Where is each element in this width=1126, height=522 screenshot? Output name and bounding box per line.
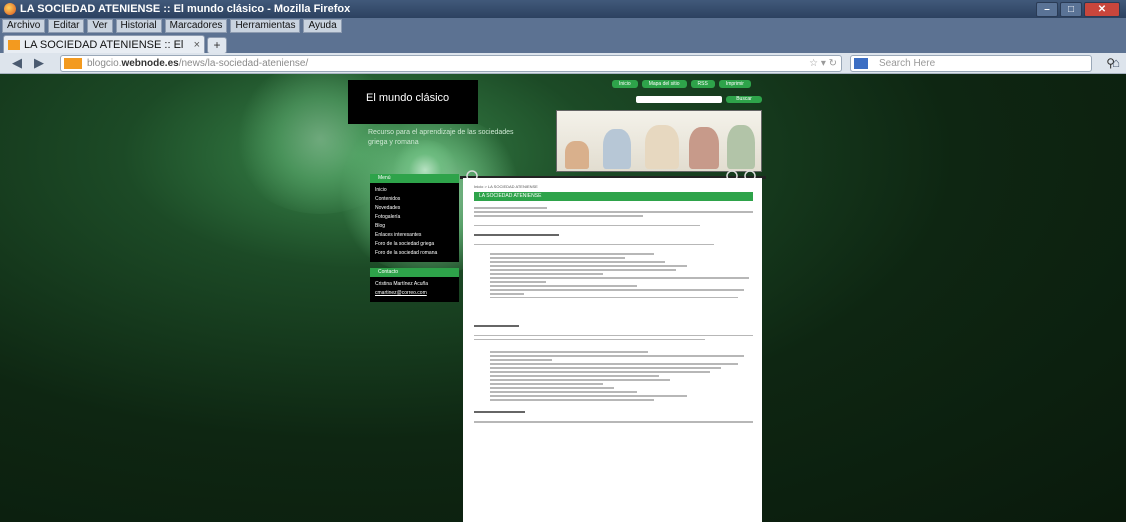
window-title: LA SOCIEDAD ATENIENSE :: El mundo clásic… bbox=[20, 3, 351, 15]
nav-rss[interactable]: RSS bbox=[690, 80, 715, 88]
menu-editar[interactable]: Editar bbox=[48, 19, 85, 33]
favicon-icon bbox=[8, 40, 20, 50]
site-search-button[interactable]: Buscar bbox=[726, 96, 762, 103]
site-search-input[interactable] bbox=[636, 96, 722, 103]
site-top-nav: Inicio Mapa del sitio RSS Imprimir bbox=[612, 80, 751, 88]
sidebar-menu-title: Menú bbox=[370, 174, 459, 183]
nav-inicio[interactable]: Inicio bbox=[612, 80, 638, 88]
url-bar[interactable]: blogcio.webnode.es/news/la-sociedad-aten… bbox=[60, 55, 842, 72]
site-identity-icon bbox=[64, 58, 82, 69]
sidebar-item-foro-romana[interactable]: Foro de la sociedad romana bbox=[375, 249, 454, 258]
forward-icon[interactable]: ▶ bbox=[30, 55, 48, 71]
menu-archivo[interactable]: Archivo bbox=[2, 19, 46, 33]
page-title: LA SOCIEDAD ATENIENSE bbox=[474, 192, 753, 201]
maximize-icon[interactable]: □ bbox=[1060, 2, 1082, 17]
nav-imprimir[interactable]: Imprimir bbox=[718, 80, 751, 88]
menu-marcadores[interactable]: Marcadores bbox=[164, 19, 228, 33]
sidebar-item-blog[interactable]: Blog bbox=[375, 222, 454, 231]
menu-herramientas[interactable]: Herramientas bbox=[230, 19, 301, 33]
sidebar: Menú Inicio Contenidos Novedades Fotogal… bbox=[370, 174, 459, 302]
sidebar-item-contenidos[interactable]: Contenidos bbox=[375, 195, 454, 204]
sidebar-item-foro-griega[interactable]: Foro de la sociedad griega bbox=[375, 240, 454, 249]
sidebar-item-fotogaleria[interactable]: Fotogalería bbox=[375, 213, 454, 222]
site-title: El mundo clásico bbox=[366, 92, 450, 104]
firefox-icon bbox=[4, 3, 16, 15]
close-icon[interactable]: ✕ bbox=[1084, 2, 1120, 17]
banner-figure bbox=[727, 125, 755, 169]
window-title-bar: LA SOCIEDAD ATENIENSE :: El mundo clásic… bbox=[0, 0, 1126, 18]
contact-name: Cristina Martínez Acuña bbox=[375, 281, 429, 287]
sidebar-menu: Inicio Contenidos Novedades Fotogalería … bbox=[370, 183, 459, 262]
article-body-text bbox=[474, 205, 756, 425]
banner-figure bbox=[645, 125, 679, 169]
main-content: Inicio > LA SOCIEDAD ATENIENSE LA SOCIED… bbox=[463, 178, 762, 522]
navigation-bar: ◀ ▶ blogcio.webnode.es/news/la-sociedad-… bbox=[0, 53, 1126, 74]
banner-figure bbox=[565, 141, 589, 169]
site-title-box[interactable]: El mundo clásico bbox=[348, 80, 478, 124]
sidebar-item-novedades[interactable]: Novedades bbox=[375, 204, 454, 213]
contact-email-link[interactable]: cmartinez@correo.com bbox=[375, 289, 454, 298]
tab-active[interactable]: LA SOCIEDAD ATENIENSE :: El mundo cl... … bbox=[3, 35, 205, 69]
nav-mapa-del-sitio[interactable]: Mapa del sitio bbox=[641, 80, 687, 88]
url-text: blogcio.webnode.es/news/la-sociedad-aten… bbox=[87, 58, 309, 69]
breadcrumb[interactable]: Inicio > LA SOCIEDAD ATENIENSE bbox=[474, 184, 538, 189]
sidebar-item-inicio[interactable]: Inicio bbox=[375, 186, 454, 195]
web-page: El mundo clásico Recurso para el aprendi… bbox=[0, 74, 1126, 522]
menu-bar: Archivo Editar Ver Historial Marcadores Herra… bbox=[0, 18, 1126, 33]
search-bar[interactable]: Search Here ⚲ bbox=[850, 55, 1115, 72]
new-tab-button[interactable]: + bbox=[207, 37, 227, 54]
menu-ver[interactable]: Ver bbox=[87, 19, 113, 33]
menu-ayuda[interactable]: Ayuda bbox=[303, 19, 342, 33]
back-icon[interactable]: ◀ bbox=[8, 55, 26, 71]
window-controls: – □ ✕ bbox=[1036, 2, 1120, 17]
banner-figure bbox=[689, 127, 719, 169]
site-tagline: Recurso para el aprendizaje de las socie… bbox=[368, 129, 514, 146]
minimize-icon[interactable]: – bbox=[1036, 2, 1058, 17]
bookmark-star-icon[interactable]: ☆ ▾ ↻ bbox=[809, 56, 837, 71]
menu-historial[interactable]: Historial bbox=[115, 19, 162, 33]
sidebar-item-enlaces[interactable]: Enlaces interesantes bbox=[375, 231, 454, 240]
search-placeholder: Search Here bbox=[879, 58, 936, 69]
tab-close-icon[interactable]: × bbox=[194, 36, 200, 54]
tab-bar: LA SOCIEDAD ATENIENSE :: El mundo cl... … bbox=[0, 33, 1126, 69]
banner-figure bbox=[603, 129, 631, 169]
search-engine-icon[interactable] bbox=[854, 58, 868, 69]
sidebar-contact: Cristina Martínez Acuña cmartinez@correo… bbox=[370, 277, 459, 302]
header-banner-image bbox=[556, 110, 762, 172]
home-icon[interactable]: ⌂ bbox=[1112, 55, 1120, 70]
sidebar-contact-title: Contacto bbox=[370, 268, 459, 277]
